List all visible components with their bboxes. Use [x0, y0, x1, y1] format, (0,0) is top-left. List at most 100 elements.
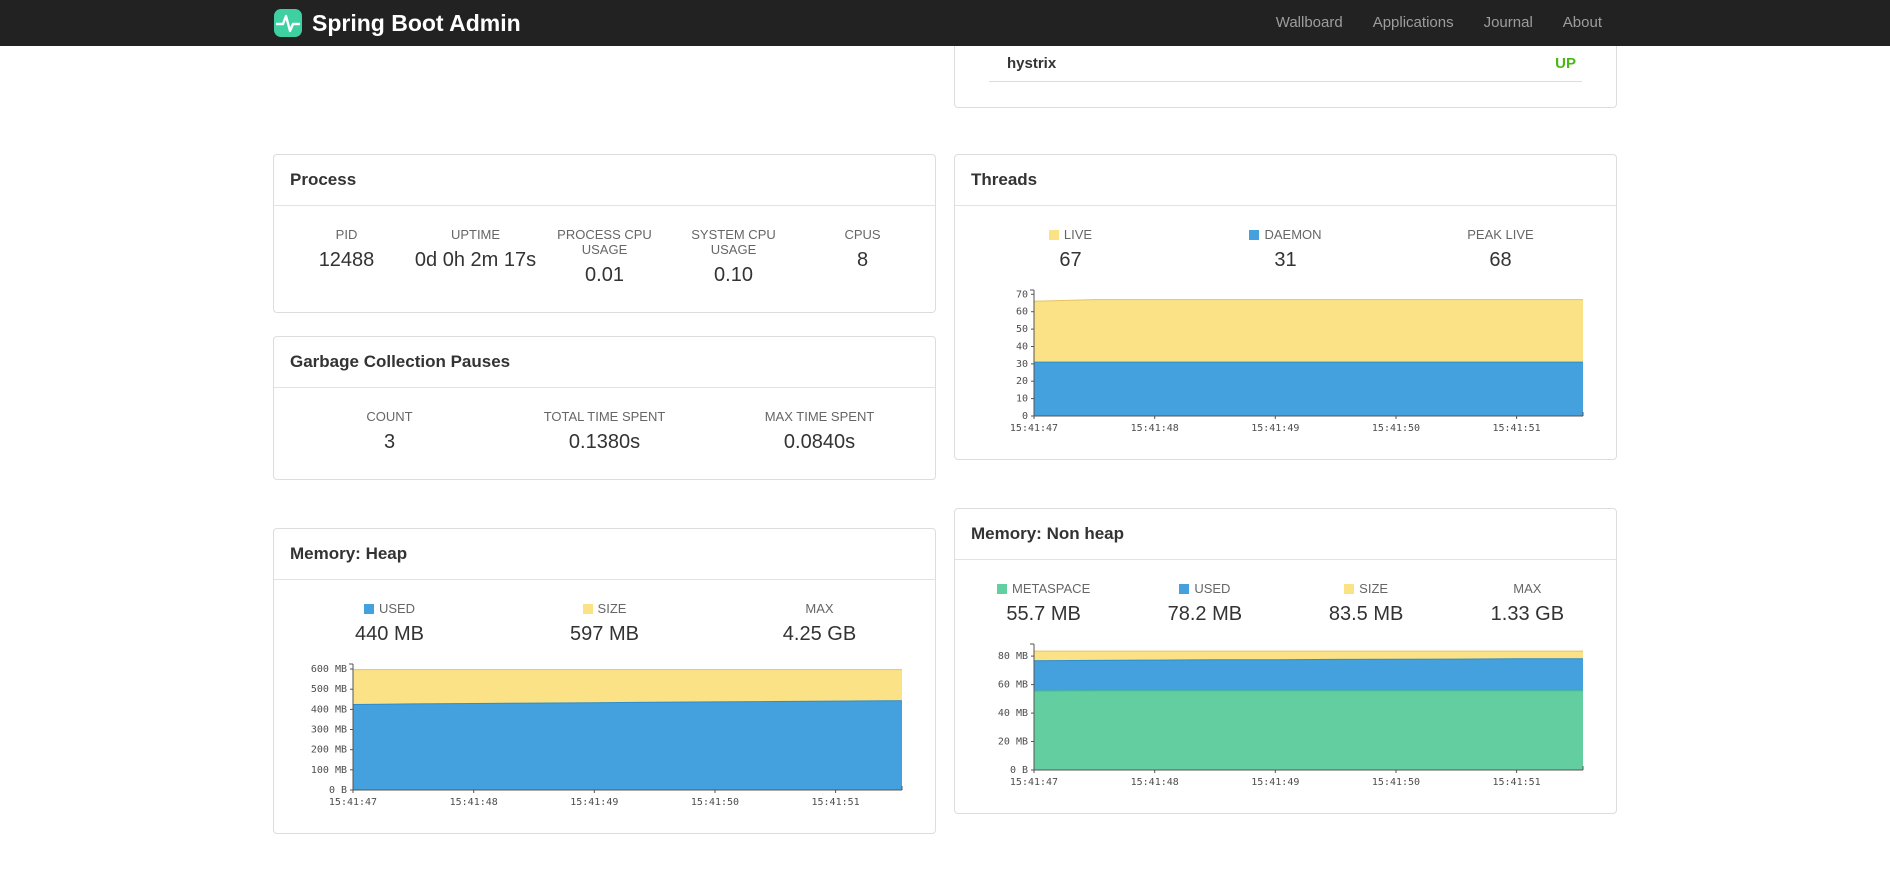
svg-text:60: 60: [1016, 307, 1028, 318]
stat-value: 0d 0h 2m 17s: [414, 249, 537, 271]
service-name: hystrix: [1007, 55, 1057, 72]
svg-text:15:41:51: 15:41:51: [1493, 423, 1541, 434]
memory-heap-panel: Memory: Heap USED 440 MB SIZE 597 MB MAX…: [273, 528, 936, 834]
svg-text:15:41:48: 15:41:48: [1131, 777, 1179, 788]
memory-nonheap-panel: Memory: Non heap METASPACE 55.7 MB USED …: [954, 508, 1617, 814]
legend-heap-size: SIZE 597 MB: [497, 601, 712, 646]
stat-label: CPUS: [844, 227, 881, 242]
legend-label: SIZE: [1359, 581, 1389, 596]
gc-panel-title: Garbage Collection Pauses: [290, 352, 511, 371]
svg-text:15:41:49: 15:41:49: [1251, 777, 1299, 788]
nonheap-metaspace-swatch-icon: [996, 583, 1007, 594]
stat-value: 0.0840s: [783, 431, 856, 453]
gc-panel-heading: Garbage Collection Pauses: [274, 337, 935, 388]
svg-text:0 B: 0 B: [329, 785, 347, 796]
svg-text:15:41:47: 15:41:47: [1010, 777, 1058, 788]
nav-item-journal[interactable]: Journal: [1469, 0, 1548, 46]
legend-label: DAEMON: [1264, 227, 1322, 242]
svg-text:40: 40: [1016, 342, 1028, 353]
svg-text:15:41:47: 15:41:47: [329, 797, 377, 808]
service-row-hystrix: hystrix UP: [989, 46, 1582, 81]
legend-value: 78.2 MB: [1167, 603, 1243, 625]
stat-process-cpu: PROCESS CPU USAGE 0.01: [540, 227, 669, 287]
svg-text:200 MB: 200 MB: [311, 745, 347, 756]
svg-text:30: 30: [1016, 359, 1028, 370]
legend-label: MAX: [805, 601, 834, 616]
svg-text:50: 50: [1016, 324, 1028, 335]
svg-text:15:41:48: 15:41:48: [450, 797, 498, 808]
process-panel-title: Process: [290, 170, 357, 189]
legend-value: 31: [1274, 249, 1297, 271]
heap-used-swatch-icon: [363, 603, 374, 614]
services-panel: hystrix UP: [954, 46, 1617, 108]
stat-label: PROCESS CPU USAGE: [557, 227, 652, 257]
stat-label: PID: [335, 227, 358, 242]
svg-text:10: 10: [1016, 394, 1028, 405]
svg-text:0 B: 0 B: [1010, 765, 1028, 776]
dashboard-content: Process PID 12488 UPTIME 0d 0h 2m 17s PR…: [273, 46, 1617, 834]
svg-text:400 MB: 400 MB: [311, 704, 347, 715]
svg-text:500 MB: 500 MB: [311, 684, 347, 695]
legend-heap-used: USED 440 MB: [282, 601, 497, 646]
legend-value: 1.33 GB: [1490, 603, 1565, 625]
svg-text:15:41:49: 15:41:49: [570, 797, 618, 808]
memory-heap-chart-area: 0 B 100 MB 200 MB 300 MB 400 MB 500 MB 600 MB 1…: [274, 648, 935, 833]
stat-label: UPTIME: [450, 227, 501, 242]
legend-threads-daemon: DAEMON 31: [1178, 227, 1393, 272]
stat-label: COUNT: [366, 409, 413, 424]
stat-cpus: CPUS 8: [798, 227, 927, 287]
svg-text:20: 20: [1016, 376, 1028, 387]
stat-gc-max-time: MAX TIME SPENT 0.0840s: [712, 409, 927, 454]
stat-value: 3: [383, 431, 396, 453]
threads-daemon-swatch-icon: [1249, 229, 1260, 240]
stat-value: 0.10: [714, 264, 753, 286]
legend-value: 83.5 MB: [1328, 603, 1404, 625]
legend-nonheap-max: MAX 1.33 GB: [1447, 581, 1608, 626]
svg-text:300 MB: 300 MB: [311, 725, 347, 736]
stat-gc-count: COUNT 3: [282, 409, 497, 454]
brand-link[interactable]: Spring Boot Admin: [273, 8, 521, 38]
memory-heap-legend: USED 440 MB SIZE 597 MB MAX 4.25 GB: [274, 580, 935, 648]
nav-item-about[interactable]: About: [1548, 0, 1617, 46]
threads-panel: Threads LIVE 67 DAEMON 31 PEAK LIVE 68 0…: [954, 154, 1617, 460]
svg-text:15:41:48: 15:41:48: [1131, 423, 1179, 434]
legend-heap-max: MAX 4.25 GB: [712, 601, 927, 646]
memory-heap-heading: Memory: Heap: [274, 529, 935, 580]
legend-threads-live: LIVE 67: [963, 227, 1178, 272]
spring-boot-admin-logo-icon: [274, 9, 302, 37]
stat-label: SYSTEM CPU USAGE: [691, 227, 776, 257]
svg-text:15:41:51: 15:41:51: [812, 797, 860, 808]
svg-text:15:41:50: 15:41:50: [691, 797, 739, 808]
stat-system-cpu: SYSTEM CPU USAGE 0.10: [669, 227, 798, 287]
service-status-badge: UP: [1555, 55, 1576, 72]
nav-item-wallboard[interactable]: Wallboard: [1261, 0, 1358, 46]
memory-heap-title: Memory: Heap: [290, 544, 408, 563]
svg-text:60 MB: 60 MB: [998, 680, 1028, 691]
stat-value: 12488: [318, 249, 375, 271]
legend-value: 597 MB: [570, 623, 639, 645]
memory-nonheap-legend: METASPACE 55.7 MB USED 78.2 MB SIZE 83.5…: [955, 560, 1616, 628]
memory-nonheap-heading: Memory: Non heap: [955, 509, 1616, 560]
stat-label: TOTAL TIME SPENT: [543, 409, 666, 424]
left-column: Process PID 12488 UPTIME 0d 0h 2m 17s PR…: [273, 46, 936, 834]
threads-legend: LIVE 67 DAEMON 31 PEAK LIVE 68: [955, 206, 1616, 274]
svg-text:15:41:51: 15:41:51: [1493, 777, 1541, 788]
legend-nonheap-used: USED 78.2 MB: [1124, 581, 1285, 626]
right-column: hystrix UP Threads LIVE 67 DAEMON 31 PEA…: [954, 46, 1617, 814]
svg-text:100 MB: 100 MB: [311, 765, 347, 776]
legend-label: PEAK LIVE: [1467, 227, 1534, 242]
legend-label: USED: [378, 601, 416, 616]
stat-uptime: UPTIME 0d 0h 2m 17s: [411, 227, 540, 287]
navbar: Spring Boot Admin Wallboard Applications…: [0, 0, 1890, 46]
threads-live-swatch-icon: [1048, 229, 1059, 240]
stat-value: 0.1380s: [568, 431, 641, 453]
memory-nonheap-chart-area: 0 B 20 MB 40 MB 60 MB 80 MB 15:41:47 15:41:48 1…: [955, 628, 1616, 813]
nav-item-applications[interactable]: Applications: [1358, 0, 1469, 46]
svg-text:0: 0: [1022, 411, 1028, 422]
main-nav: Wallboard Applications Journal About: [1261, 0, 1617, 46]
legend-value: 4.25 GB: [782, 623, 857, 645]
legend-value: 55.7 MB: [1006, 603, 1081, 625]
service-row-wrap: hystrix UP: [989, 46, 1582, 82]
